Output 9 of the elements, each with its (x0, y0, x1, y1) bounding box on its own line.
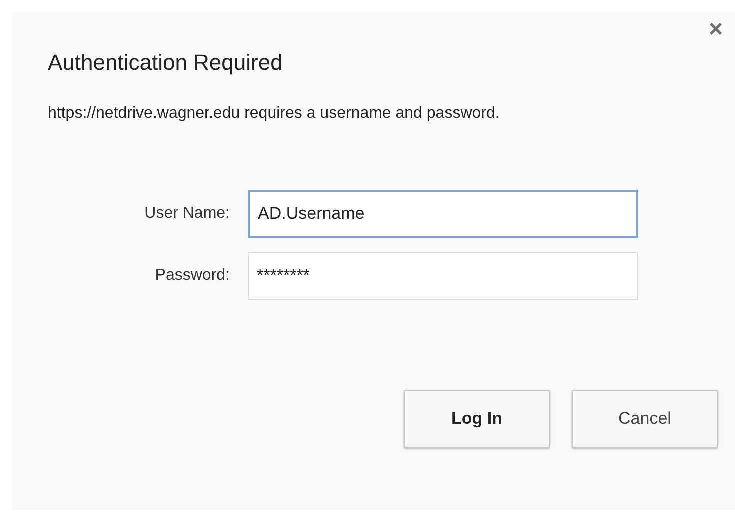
input-field[interactable]: AD.Username (248, 190, 638, 238)
log-in-button[interactable]: Log In (404, 390, 550, 448)
field-label: Password: (154, 266, 231, 286)
field-label: User Name: (144, 204, 231, 224)
close-button[interactable]: × (704, 18, 727, 42)
input-field[interactable]: ******** (248, 252, 638, 300)
dialog-message: https://netdrive.wagner.edu requires a username and password. (48, 104, 501, 124)
dialog-title: Authentication Required (48, 49, 284, 77)
cancel-button[interactable]: Cancel (572, 390, 718, 448)
